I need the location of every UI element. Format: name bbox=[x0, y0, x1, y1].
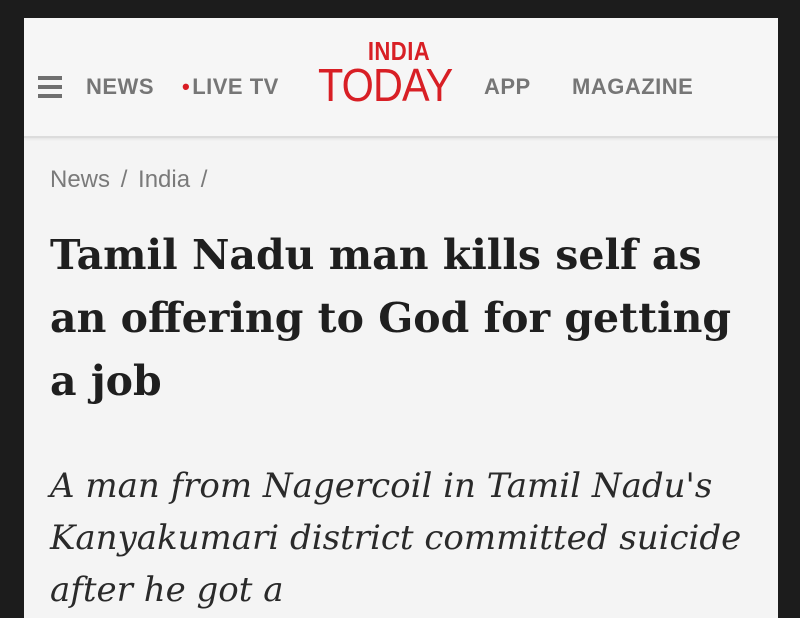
article-headline: Tamil Nadu man kills self as an offering… bbox=[50, 231, 732, 405]
live-indicator-icon: • bbox=[182, 74, 191, 99]
nav-live-tv-label: LIVE TV bbox=[192, 74, 279, 99]
hamburger-menu-icon[interactable] bbox=[38, 76, 62, 98]
nav-news[interactable]: NEWS bbox=[86, 74, 154, 100]
site-header: NEWS •LIVE TV INDIA TODAY APP MAGAZINE bbox=[24, 18, 778, 138]
breadcrumb-news[interactable]: News bbox=[50, 166, 110, 193]
nav-news-label: NEWS bbox=[86, 74, 154, 99]
nav-live-tv[interactable]: •LIVE TV bbox=[182, 74, 279, 100]
mobile-screen: NEWS •LIVE TV INDIA TODAY APP MAGAZINE N… bbox=[24, 18, 778, 618]
nav-magazine-label: MAGAZINE bbox=[572, 74, 694, 99]
breadcrumb: News / India / bbox=[50, 166, 211, 194]
logo-today-text: TODAY bbox=[318, 59, 453, 111]
breadcrumb-separator: / bbox=[200, 166, 208, 193]
nav-magazine[interactable]: MAGAZINE bbox=[572, 74, 693, 100]
india-today-logo[interactable]: INDIA TODAY bbox=[318, 36, 468, 116]
breadcrumb-india[interactable]: India bbox=[138, 166, 190, 193]
nav-app-label: APP bbox=[484, 74, 531, 99]
screenshot-frame: NEWS •LIVE TV INDIA TODAY APP MAGAZINE N… bbox=[0, 0, 800, 618]
article-standfirst: A man from Nagercoil in Tamil Nadu's Kan… bbox=[50, 466, 742, 610]
breadcrumb-separator: / bbox=[120, 166, 128, 193]
nav-app[interactable]: APP bbox=[484, 74, 531, 100]
